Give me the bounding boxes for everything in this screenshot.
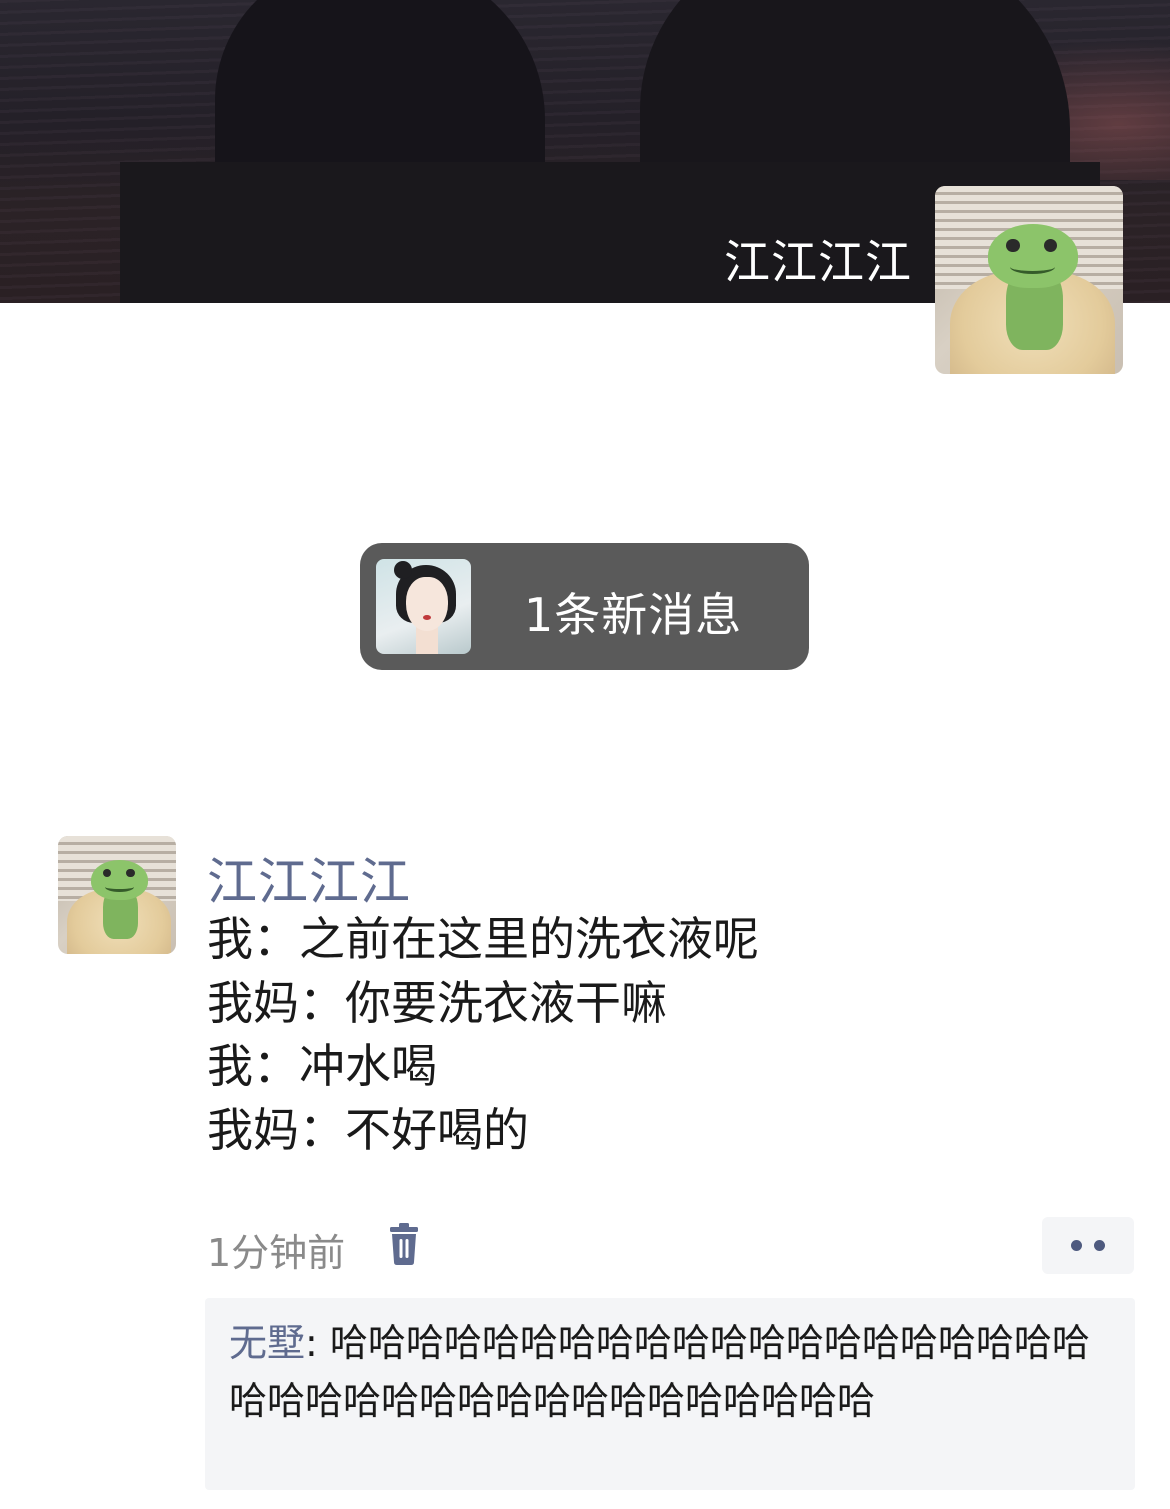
post-author-avatar[interactable] [58, 836, 176, 954]
post-line: 我妈：你要洗衣液干嘛 [207, 975, 667, 1030]
avatar-neck [416, 627, 438, 654]
comment-author[interactable]: 无墅 [229, 1321, 305, 1365]
avatar-lip [423, 615, 431, 620]
comment-item: 无墅: 哈哈哈哈哈哈哈哈哈哈哈哈哈哈哈哈哈哈哈哈哈哈哈哈哈哈哈哈哈哈哈哈哈哈哈哈… [229, 1314, 1119, 1430]
trash-icon-svg [390, 1223, 418, 1265]
post-line: 我妈：不好喝的 [207, 1102, 529, 1157]
more-dots-icon [1094, 1240, 1105, 1251]
more-options-button[interactable] [1042, 1217, 1134, 1274]
comment-text: 哈哈哈哈哈哈哈哈哈哈哈哈哈哈哈哈哈哈哈哈哈哈哈哈哈哈哈哈哈哈哈哈哈哈哈哈哈 [229, 1321, 1090, 1423]
profile-avatar[interactable] [935, 186, 1123, 374]
avatar-frog-head [987, 223, 1078, 288]
avatar-bun [394, 561, 412, 579]
avatar-frog-eye [1006, 238, 1020, 252]
post-author-name[interactable]: 江江江江 [207, 842, 411, 914]
notification-avatar [376, 559, 471, 654]
avatar-frog-mouth [1010, 259, 1056, 274]
post-content: 我：之前在这里的洗衣液呢 我妈：你要洗衣液干嘛 我：冲水喝 我妈：不好喝的 [207, 908, 1107, 1162]
new-message-notification[interactable]: 1条新消息 [360, 543, 809, 670]
avatar-frog-eye [1044, 238, 1058, 252]
avatar-frog-eye [126, 869, 135, 878]
more-dots-icon [1071, 1240, 1082, 1251]
comment-separator: : [305, 1321, 330, 1365]
avatar-frog-mouth [105, 882, 134, 893]
trash-icon[interactable] [387, 1222, 421, 1266]
new-message-label: 1条新消息 [524, 588, 743, 642]
post-line: 我：冲水喝 [207, 1039, 437, 1093]
comment-box[interactable]: 无墅: 哈哈哈哈哈哈哈哈哈哈哈哈哈哈哈哈哈哈哈哈哈哈哈哈哈哈哈哈哈哈哈哈哈哈哈哈… [205, 1298, 1135, 1490]
avatar-frog-head [91, 859, 148, 900]
profile-name: 江江江江 [724, 235, 912, 289]
post-timestamp: 1分钟前 [207, 1231, 346, 1275]
post-line: 我：之前在这里的洗衣液呢 [207, 912, 759, 966]
avatar-face [406, 577, 448, 631]
